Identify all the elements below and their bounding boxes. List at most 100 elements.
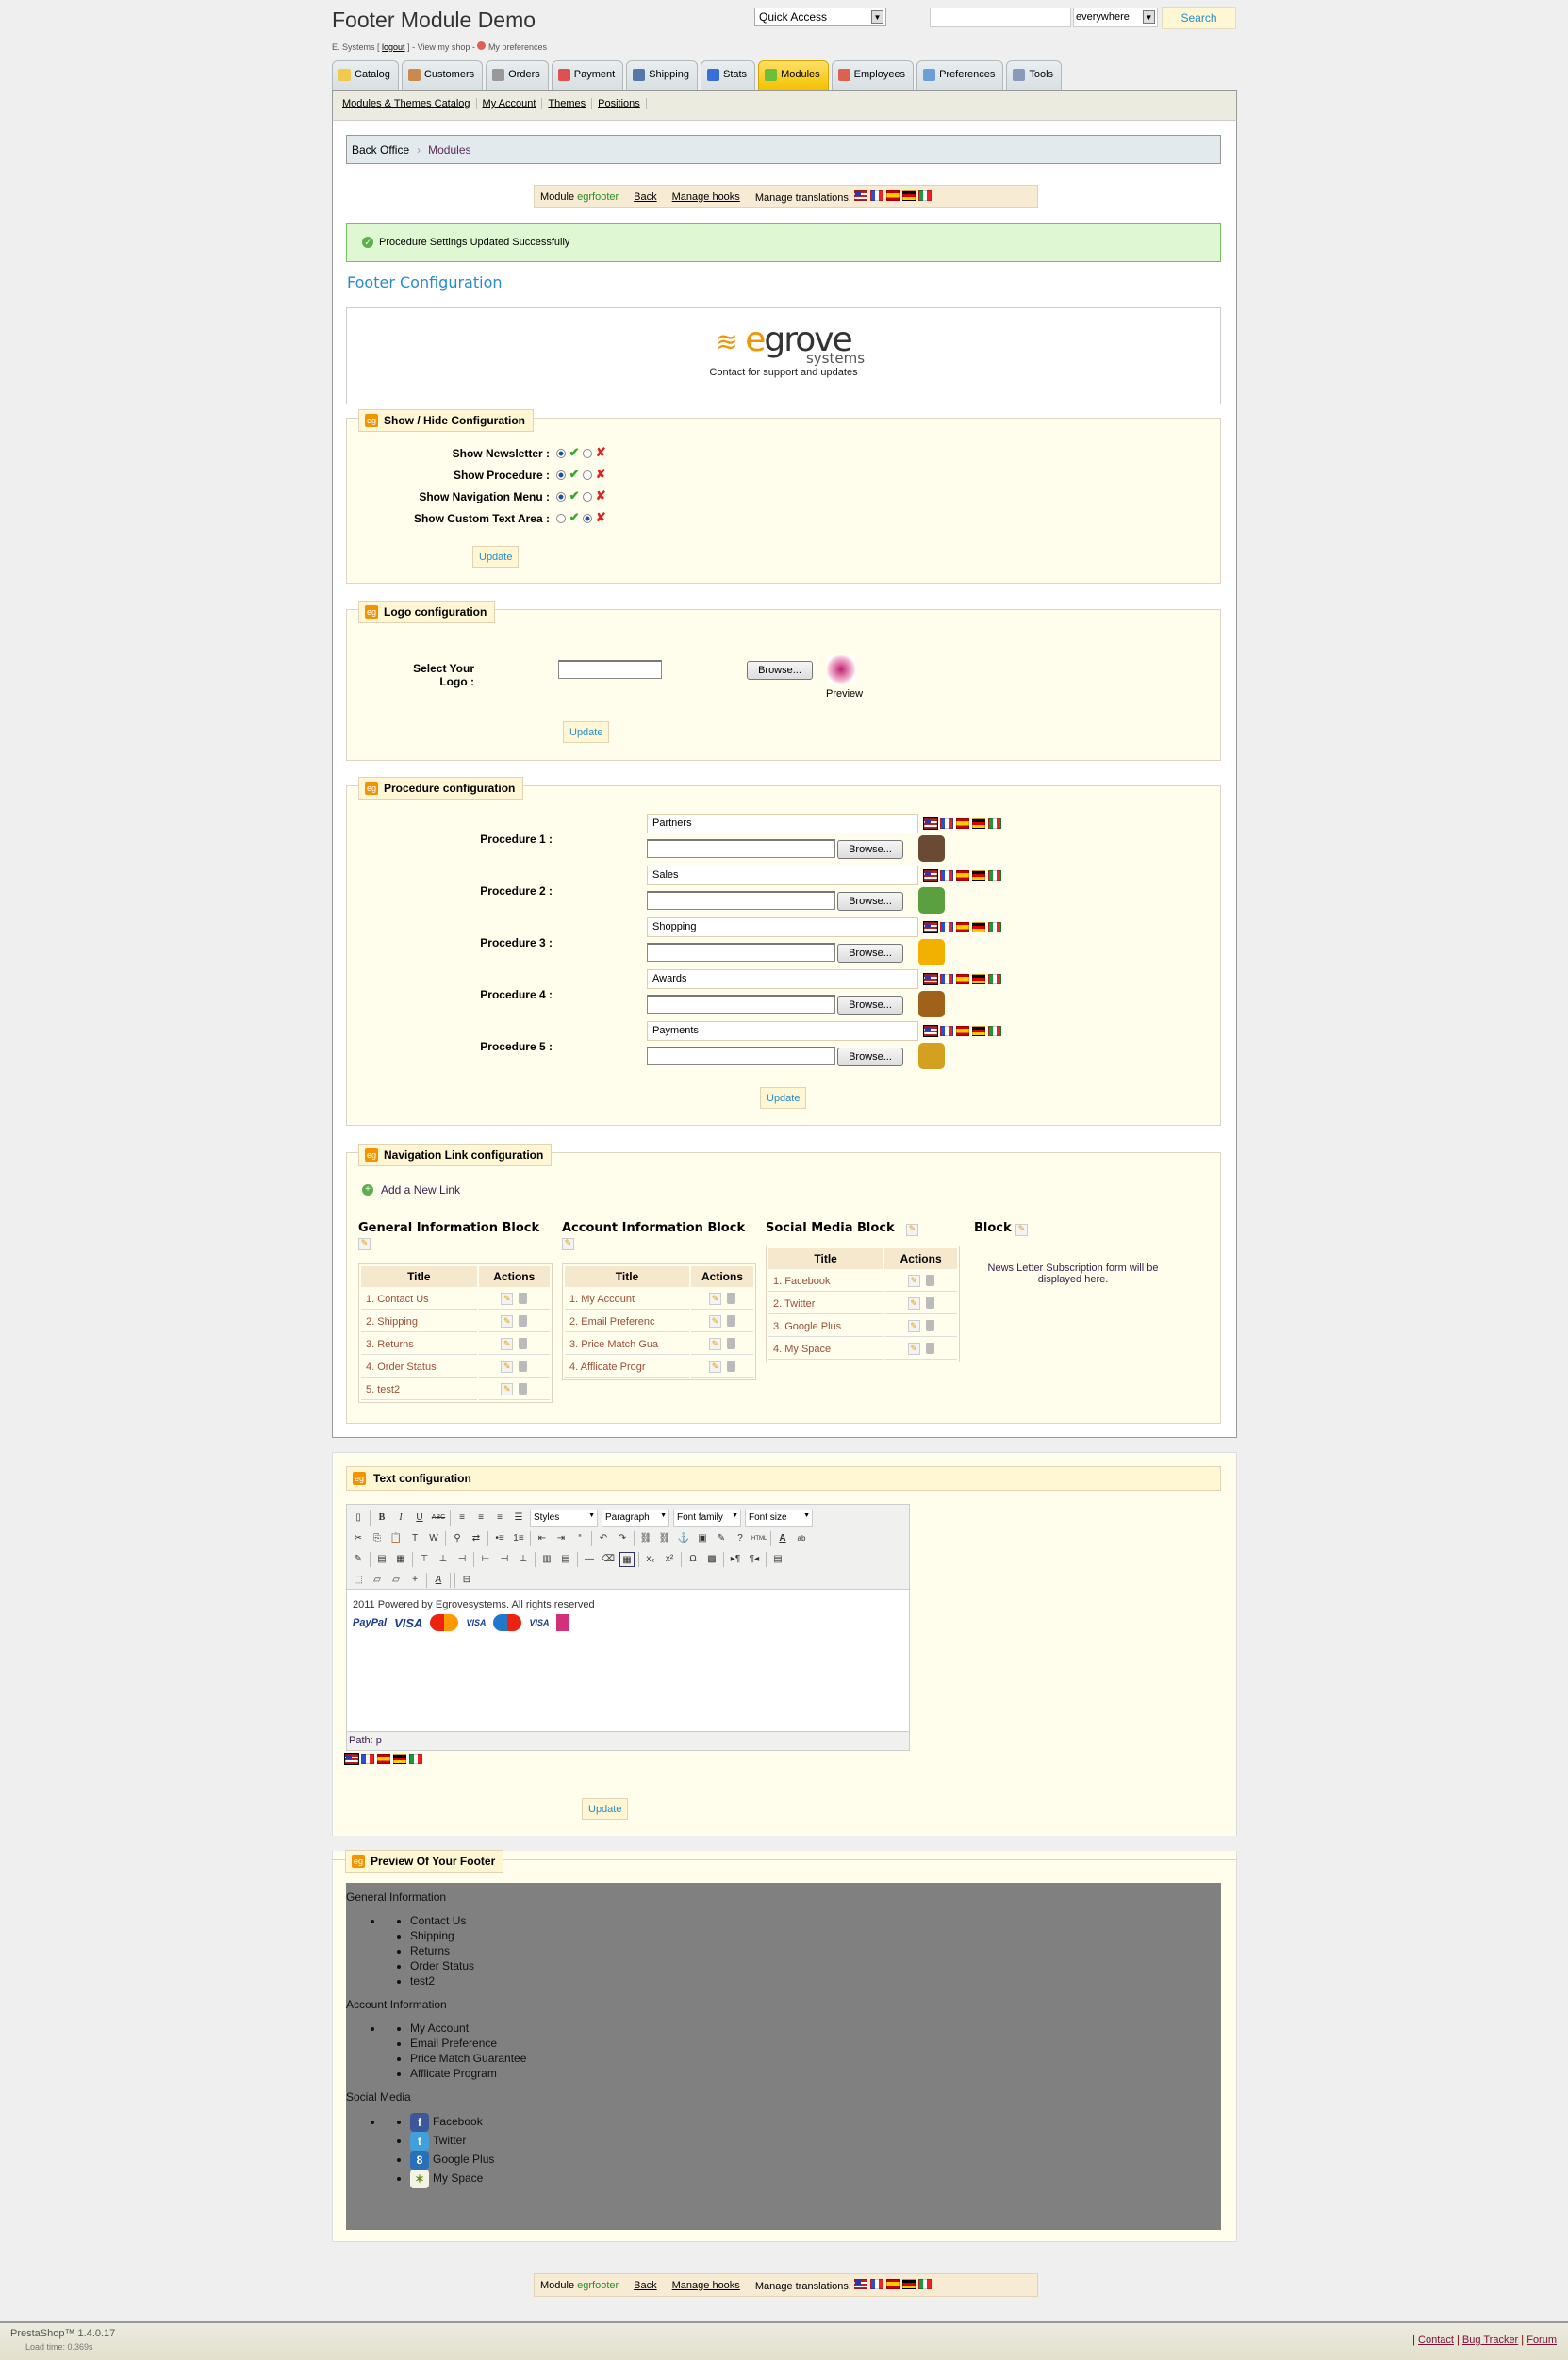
search-scope-select[interactable]: everywhere ▼ xyxy=(1073,8,1158,27)
procedure-file-input[interactable] xyxy=(647,1047,835,1065)
edit-pencil-icon[interactable]: ✎ xyxy=(501,1361,514,1373)
horizontal-rule-icon[interactable]: — xyxy=(582,1552,597,1567)
flag-de-icon[interactable] xyxy=(972,922,985,932)
link-title[interactable]: 2. Email Preferenc xyxy=(565,1312,690,1332)
enable-radio[interactable] xyxy=(556,470,566,480)
edit-pencil-icon[interactable]: ✎ xyxy=(709,1293,722,1305)
trash-icon[interactable] xyxy=(925,1343,934,1355)
anchor-icon[interactable]: ⚓ xyxy=(676,1531,691,1546)
delete-col-icon[interactable]: ⊥ xyxy=(516,1552,531,1567)
link-title[interactable]: 1. Facebook xyxy=(768,1271,883,1292)
insert-row-after-icon[interactable]: ⊥ xyxy=(436,1552,451,1567)
procedure-file-input[interactable] xyxy=(647,891,835,910)
flag-en-icon[interactable] xyxy=(923,869,938,882)
help-icon[interactable]: ? xyxy=(733,1531,748,1546)
cleanup-icon[interactable]: ✎ xyxy=(714,1531,729,1546)
flag-it-icon[interactable] xyxy=(918,190,932,201)
flag-it-icon[interactable] xyxy=(409,1754,422,1764)
superscript-icon[interactable]: x² xyxy=(662,1552,677,1567)
blockquote-icon[interactable]: “ xyxy=(572,1531,587,1546)
edit-pencil-icon[interactable]: ✎ xyxy=(907,1275,920,1287)
unlink-icon[interactable]: ⛓ xyxy=(657,1531,672,1546)
back-link[interactable]: Back xyxy=(634,191,656,203)
preview-link[interactable]: Contact Us xyxy=(410,1913,1221,1928)
underline-icon[interactable]: U xyxy=(412,1510,427,1526)
flag-fr-icon[interactable] xyxy=(940,870,953,881)
procedure-title-input[interactable]: Shopping xyxy=(647,917,918,937)
logo-file-input[interactable] xyxy=(558,660,662,679)
image-icon[interactable]: ▣ xyxy=(695,1531,710,1546)
edit-css-icon[interactable]: ✎ xyxy=(351,1552,366,1567)
flag-it-icon[interactable] xyxy=(988,818,1001,829)
flag-es-icon[interactable] xyxy=(956,974,969,984)
flag-it-icon[interactable] xyxy=(988,974,1001,984)
find-icon[interactable]: ⚲ xyxy=(450,1531,465,1546)
link-title[interactable]: 4. My Space xyxy=(768,1339,883,1360)
flag-es-icon[interactable] xyxy=(377,1754,390,1764)
subnav-my-account[interactable]: My Account xyxy=(476,98,543,109)
enable-radio[interactable] xyxy=(556,448,566,458)
special-char-icon[interactable]: Ω xyxy=(685,1552,701,1567)
flag-fr-icon[interactable] xyxy=(940,922,953,932)
preview-link[interactable]: Email Preference xyxy=(410,2036,1221,2051)
trash-icon[interactable] xyxy=(727,1361,736,1373)
edit-pencil-icon[interactable]: ✎ xyxy=(501,1338,514,1350)
flag-de-icon[interactable] xyxy=(972,974,985,984)
move-forward-icon[interactable]: ▱ xyxy=(370,1573,385,1588)
link-title[interactable]: 3. Google Plus xyxy=(768,1316,883,1337)
edit-pencil-icon[interactable]: ✎ xyxy=(907,1343,920,1355)
preview-link[interactable]: test2 xyxy=(410,1973,1221,1989)
flag-en-icon[interactable] xyxy=(923,973,938,985)
disable-radio[interactable] xyxy=(583,491,593,502)
flag-de-icon[interactable] xyxy=(902,2278,916,2289)
flag-es-icon[interactable] xyxy=(886,190,900,201)
logo-browse-button[interactable]: Browse... xyxy=(747,661,813,680)
trash-icon[interactable] xyxy=(519,1315,528,1328)
preview-social-link[interactable]: t Twitter xyxy=(410,2132,1221,2151)
table-row-props-icon[interactable]: ▤ xyxy=(374,1552,389,1567)
flag-de-icon[interactable] xyxy=(972,870,985,881)
edit-pencil-icon[interactable]: ✎ xyxy=(501,1383,514,1395)
flag-fr-icon[interactable] xyxy=(361,1754,374,1764)
html-icon[interactable]: HTML xyxy=(751,1531,767,1546)
flag-fr-icon[interactable] xyxy=(940,1026,953,1036)
new-document-icon[interactable]: ▯ xyxy=(351,1510,366,1526)
bold-icon[interactable]: B xyxy=(374,1510,389,1526)
link-title[interactable]: 5. test2 xyxy=(361,1379,477,1400)
indent-icon[interactable]: ⇥ xyxy=(553,1531,569,1546)
disable-radio[interactable] xyxy=(583,513,593,523)
link-title[interactable]: 3. Returns xyxy=(361,1334,477,1355)
disable-radio[interactable] xyxy=(583,470,593,480)
link-title[interactable]: 2. Twitter xyxy=(768,1294,883,1314)
subscript-icon[interactable]: x₂ xyxy=(643,1552,658,1567)
flag-en-icon[interactable] xyxy=(854,190,867,201)
trash-icon[interactable] xyxy=(925,1275,934,1287)
procedure-title-input[interactable]: Payments xyxy=(647,1021,918,1041)
merge-cells-icon[interactable]: ▤ xyxy=(558,1552,573,1567)
procedure-browse-button[interactable]: Browse... xyxy=(837,892,903,911)
preview-link[interactable]: My Account xyxy=(410,2021,1221,2036)
flag-fr-icon[interactable] xyxy=(940,818,953,829)
table-icon[interactable]: ▦ xyxy=(619,1552,635,1567)
edit-pencil-icon[interactable]: ✎ xyxy=(906,1224,919,1236)
flag-es-icon[interactable] xyxy=(886,2278,900,2289)
styles-select[interactable]: Styles ▼ xyxy=(530,1510,598,1527)
tab-modules[interactable]: Modules xyxy=(758,60,829,90)
breadcrumb-root[interactable]: Back Office xyxy=(352,143,409,157)
logo-update-button[interactable]: Update xyxy=(563,721,610,743)
flag-fr-icon[interactable] xyxy=(870,2278,883,2289)
italic-icon[interactable]: I xyxy=(393,1510,408,1526)
fullscreen-icon[interactable]: ▤ xyxy=(770,1552,785,1567)
manage-hooks-link[interactable]: Manage hooks xyxy=(672,191,740,203)
link-title[interactable]: 3. Price Match Gua xyxy=(565,1334,690,1355)
flag-en-icon[interactable] xyxy=(923,817,938,830)
remove-format-icon[interactable]: ⌫ xyxy=(601,1552,616,1567)
tab-payment[interactable]: Payment xyxy=(551,60,624,90)
text-color-icon[interactable]: A xyxy=(775,1531,790,1546)
view-shop-link[interactable]: View my shop xyxy=(418,42,470,52)
trash-icon[interactable] xyxy=(727,1293,736,1305)
procedure-file-input[interactable] xyxy=(647,995,835,1014)
enable-radio[interactable] xyxy=(556,491,566,502)
ltr-icon[interactable]: ▸¶ xyxy=(728,1552,743,1567)
delete-row-icon[interactable]: ⊣ xyxy=(454,1552,470,1567)
